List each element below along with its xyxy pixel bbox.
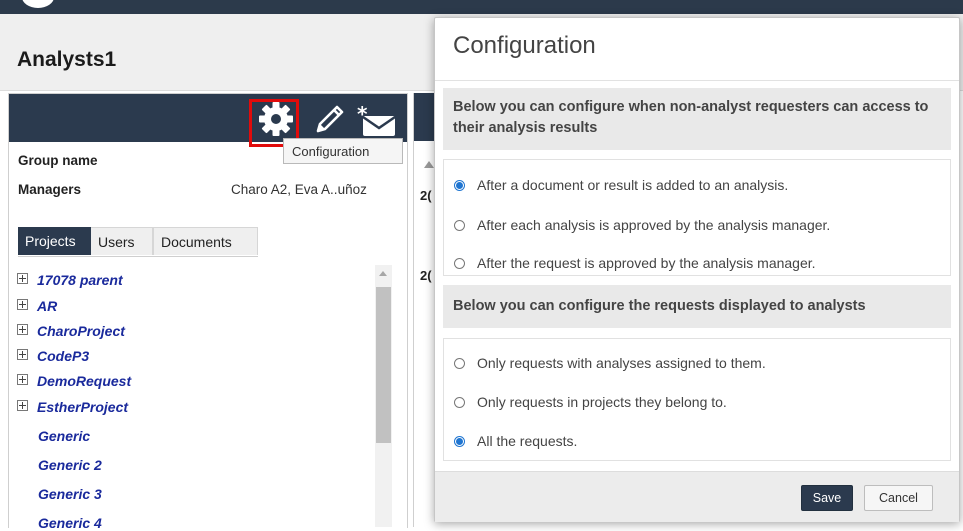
expand-icon[interactable] <box>17 349 28 360</box>
cancel-button[interactable]: Cancel <box>864 485 933 511</box>
list-item[interactable]: 17078 parent <box>17 272 123 288</box>
radio-selected-icon[interactable] <box>454 180 465 191</box>
radio-option-after-request-approved[interactable]: After the request is approved by the ana… <box>454 255 816 271</box>
managers-value: Charo A2, Eva A..uñoz <box>231 182 367 197</box>
expand-icon[interactable] <box>17 273 28 284</box>
list-item[interactable]: Generic <box>38 428 90 444</box>
list-item[interactable]: CodeP3 <box>17 348 89 364</box>
group-tabs: Projects Users Documents <box>18 227 258 257</box>
project-list-scrollbar[interactable] <box>375 265 392 527</box>
expand-icon[interactable] <box>17 374 28 385</box>
radio-option-after-analysis-approved[interactable]: After each analysis is approved by the a… <box>454 217 830 233</box>
group-name-label: Group name <box>18 153 98 168</box>
top-bar <box>0 0 963 14</box>
request-options: Only requests with analyses assigned to … <box>443 338 951 461</box>
page-title: Analysts1 <box>17 48 117 71</box>
radio-option-all-requests[interactable]: All the requests. <box>454 433 577 449</box>
list-item[interactable]: CharoProject <box>17 323 125 339</box>
radio-option-assigned-only[interactable]: Only requests with analyses assigned to … <box>454 355 766 371</box>
dialog-footer: Save Cancel <box>435 471 959 522</box>
list-item[interactable]: DemoRequest <box>17 373 131 389</box>
dialog-title: Configuration <box>453 32 596 59</box>
radio-option-projects-only[interactable]: Only requests in projects they belong to… <box>454 394 727 410</box>
section-heading-access: Below you can configure when non-analyst… <box>443 88 951 150</box>
app-logo[interactable] <box>22 0 54 8</box>
section-heading-requests: Below you can configure the requests dis… <box>443 285 951 328</box>
managers-label: Managers <box>18 182 82 197</box>
list-item[interactable]: AR <box>17 298 57 314</box>
svg-text:*: * <box>357 104 368 126</box>
radio-selected-icon[interactable] <box>454 436 465 447</box>
radio-icon[interactable] <box>454 220 465 231</box>
scroll-up-arrow-icon[interactable] <box>379 271 387 276</box>
pencil-icon[interactable] <box>309 102 349 138</box>
request-row-value: 2( <box>420 268 432 283</box>
radio-icon[interactable] <box>454 258 465 269</box>
group-name-row: Group name <box>18 153 98 168</box>
scroll-thumb[interactable] <box>376 287 391 443</box>
access-options: After a document or result is added to a… <box>443 159 951 276</box>
divider <box>435 80 959 81</box>
tab-users[interactable]: Users <box>91 227 153 255</box>
radio-icon[interactable] <box>454 397 465 408</box>
list-item[interactable]: Generic 4 <box>38 515 102 531</box>
managers-row: Managers <box>18 182 81 197</box>
list-item[interactable]: Generic 3 <box>38 486 102 502</box>
expand-icon[interactable] <box>17 400 28 411</box>
expand-icon[interactable] <box>17 324 28 335</box>
sort-up-arrow-icon[interactable] <box>424 161 434 168</box>
list-item[interactable]: EstherProject <box>17 399 128 415</box>
tab-projects[interactable]: Projects <box>18 227 91 255</box>
save-button[interactable]: Save <box>801 485 853 511</box>
request-row-value: 2( <box>420 188 432 203</box>
radio-icon[interactable] <box>454 358 465 369</box>
configuration-tooltip: Configuration <box>283 138 403 164</box>
group-panel: * Configuration Group name Managers Char… <box>8 93 408 531</box>
expand-icon[interactable] <box>17 299 28 310</box>
tab-documents[interactable]: Documents <box>153 227 258 255</box>
configuration-dialog: Configuration Below you can configure wh… <box>434 17 960 522</box>
mail-star-icon[interactable]: * <box>355 104 399 140</box>
group-panel-toolbar: * <box>9 94 407 147</box>
radio-option-after-document[interactable]: After a document or result is added to a… <box>454 177 788 193</box>
list-item[interactable]: Generic 2 <box>38 457 102 473</box>
